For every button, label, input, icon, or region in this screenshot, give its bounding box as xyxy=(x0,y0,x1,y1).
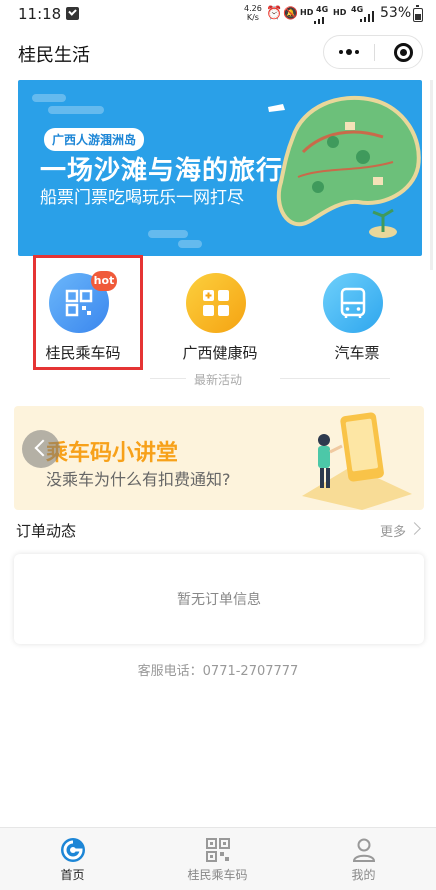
wave-decoration xyxy=(148,230,188,238)
battery-percent: 53% xyxy=(380,5,412,21)
orders-section-title: 订单动态 xyxy=(16,522,77,540)
qr-code-icon xyxy=(206,838,230,862)
customer-service-hotline[interactable]: 客服电话：0771-2707777 xyxy=(0,660,436,679)
wave-decoration xyxy=(48,106,104,114)
network-speed-unit: K/s xyxy=(246,13,259,22)
tab-bus-qr-code[interactable]: 桂民乘车码 xyxy=(145,828,290,890)
bottom-tab-bar: 首页 桂民乘车码 我的 xyxy=(0,827,436,890)
orders-card: 暂无订单信息 xyxy=(14,554,424,644)
person-icon xyxy=(352,838,376,862)
scrollbar[interactable] xyxy=(430,80,433,270)
promo-card[interactable]: 乘车码小讲堂 没乘车为什么有扣费通知? xyxy=(14,406,424,510)
network-speed-value: 4.26 xyxy=(244,4,262,13)
service-health-code[interactable]: 广西健康码 xyxy=(166,258,274,362)
chevron-right-icon[interactable] xyxy=(408,522,421,535)
service-label: 汽车票 xyxy=(334,344,380,362)
message-notification-icon xyxy=(66,7,79,20)
orders-more-link[interactable]: 更多 xyxy=(380,521,406,540)
hd-label-1: HD xyxy=(300,8,314,17)
home-logo-icon xyxy=(61,838,85,862)
banner-subtitle: 船票门票吃喝玩乐一网打尽 xyxy=(40,188,244,208)
navigation-bar: 桂民生活 xyxy=(0,28,436,76)
more-options-button[interactable] xyxy=(324,36,374,68)
signal-icon-2 xyxy=(360,11,374,22)
mini-program-capsule xyxy=(323,35,423,69)
status-bar: 11:18 4.26 K/s ⏰ 🔕 HD 4G HD 4G 53% xyxy=(0,0,436,28)
banner-tag: 广西人游涠洲岛 xyxy=(44,128,145,151)
tab-label: 桂民乘车码 xyxy=(187,868,248,882)
health-code-icon xyxy=(186,273,246,333)
carousel-prev-button[interactable] xyxy=(22,430,60,468)
alarm-icon: ⏰ xyxy=(266,6,283,21)
island-map-illustration xyxy=(268,95,421,238)
network-speed: 4.26 K/s xyxy=(244,4,262,22)
wave-decoration xyxy=(178,240,202,248)
mute-icon: 🔕 xyxy=(283,6,298,20)
promo-banner[interactable]: 广西人游涠洲岛 一场沙滩与海的旅行 船票门票吃喝玩乐一网打尽 xyxy=(18,80,422,256)
service-bus-ticket[interactable]: 汽车票 xyxy=(303,258,411,362)
battery-icon xyxy=(413,5,423,22)
tab-label: 我的 xyxy=(351,868,376,882)
service-label: 广西健康码 xyxy=(182,344,258,362)
phone-person-illustration xyxy=(302,412,412,510)
wave-decoration xyxy=(32,94,66,102)
tab-mine[interactable]: 我的 xyxy=(291,828,436,890)
banner-title: 一场沙滩与海的旅行 xyxy=(40,156,284,186)
promo-title: 乘车码小讲堂 xyxy=(46,441,179,466)
hd-label-2: HD xyxy=(333,8,347,17)
page-title: 桂民生活 xyxy=(18,45,90,66)
tab-label: 首页 xyxy=(60,868,85,882)
tab-home[interactable]: 首页 xyxy=(0,828,145,890)
latest-activity-label: 最新活动 xyxy=(193,373,242,387)
status-time: 11:18 xyxy=(18,5,62,23)
highlight-frame xyxy=(33,255,143,370)
close-mini-program-button[interactable] xyxy=(394,43,413,62)
signal-icon-1 xyxy=(314,13,328,24)
orders-empty-text: 暂无订单信息 xyxy=(177,592,261,608)
capsule-divider xyxy=(374,44,375,61)
bus-icon xyxy=(323,273,383,333)
promo-subtitle: 没乘车为什么有扣费通知? xyxy=(46,470,231,489)
